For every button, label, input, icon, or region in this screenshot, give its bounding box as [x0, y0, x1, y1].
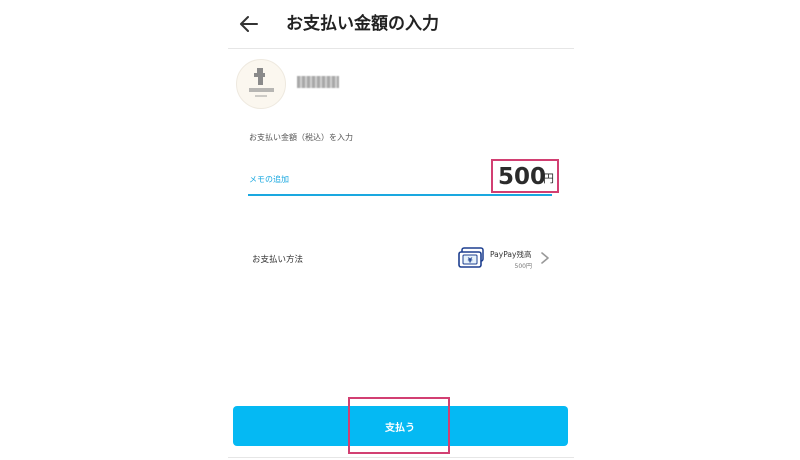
amount-underline — [248, 194, 552, 196]
arrow-left-icon — [240, 16, 258, 32]
amount-input[interactable]: 500 円 — [491, 159, 559, 193]
payment-method-label: お支払い方法 — [252, 255, 304, 265]
merchant-name-redacted — [297, 76, 339, 88]
paypay-wallet-icon: ¥ — [458, 247, 484, 268]
payment-method-selector[interactable]: お支払い方法 ¥ PayPay残高 500円 — [228, 240, 574, 278]
add-memo-link[interactable]: メモの追加 — [249, 174, 289, 185]
amount-unit: 円 — [543, 172, 554, 185]
bottom-divider — [228, 457, 574, 458]
payment-screen: お支払い金額の入力 お支払い金額（税込）を入力 メモの追加 500 円 お支払い… — [228, 0, 574, 460]
header: お支払い金額の入力 — [228, 0, 574, 49]
pay-button-label: 支払う — [385, 423, 415, 434]
svg-text:¥: ¥ — [468, 257, 473, 265]
store-logo-icon — [236, 59, 286, 109]
pay-button[interactable]: 支払う — [233, 406, 568, 446]
payment-method-balance: 500円 — [514, 263, 532, 270]
chevron-right-icon — [541, 252, 549, 264]
amount-value: 500 — [498, 164, 547, 190]
amount-label: お支払い金額（税込）を入力 — [249, 133, 353, 142]
page-title: お支払い金額の入力 — [286, 14, 439, 34]
back-button[interactable] — [237, 12, 261, 36]
payment-method-name: PayPay残高 — [490, 250, 532, 259]
